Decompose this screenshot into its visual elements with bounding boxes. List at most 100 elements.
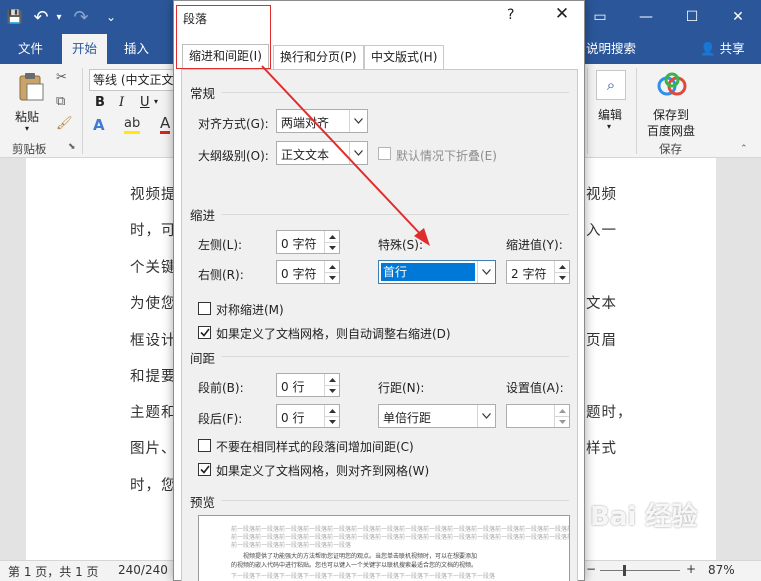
close-window-icon[interactable]: ✕ [715, 0, 761, 34]
alignment-value: 两端对齐 [281, 116, 330, 130]
chevron-down-icon [349, 142, 367, 164]
tab-file[interactable]: 文件 [8, 34, 53, 64]
redo-icon[interactable]: ↷ [66, 0, 96, 34]
line-spacing-select[interactable]: 单倍行距 [378, 404, 496, 428]
no-space-same-style-checkbox[interactable] [198, 439, 211, 452]
no-space-same-style-label: 不要在相同样式的段落间增加间距(C) [216, 440, 414, 454]
document-line: 样式 [586, 441, 617, 457]
indent-by-value: 2 字符 [511, 267, 547, 281]
document-line: 时，您 [130, 478, 177, 494]
zoom-in-icon[interactable]: + [686, 562, 696, 576]
alignment-select[interactable]: 两端对齐 [276, 109, 368, 133]
tab-line-page-breaks[interactable]: 换行和分页(P) [273, 45, 364, 69]
chevron-down-icon [477, 261, 495, 283]
format-painter-icon[interactable]: 🖌 [56, 116, 73, 131]
increment-icon[interactable] [325, 231, 339, 242]
auto-adjust-indent-checkbox[interactable] [198, 326, 211, 339]
paragraph-dialog: 段落 ? ✕ 缩进和间距(I) 换行和分页(P) 中文版式(H) 常规 对齐方式… [173, 0, 585, 581]
section-divider [222, 500, 569, 501]
collapsed-default-label: 默认情况下折叠(E) [396, 149, 497, 163]
zoom-slider-thumb[interactable] [623, 565, 626, 576]
indent-by-label: 缩进值(Y): [506, 238, 563, 252]
tab-insert[interactable]: 插入 [114, 34, 159, 64]
save-to-baidu-button[interactable]: 保存到 百度网盘 [644, 70, 700, 138]
increment-icon[interactable] [325, 405, 339, 416]
save-icon[interactable]: 💾 [0, 0, 30, 34]
section-general: 常规 [190, 86, 216, 101]
collapse-ribbon-icon[interactable]: ⌃ [740, 144, 748, 154]
zoom-out-icon[interactable]: − [586, 562, 596, 576]
close-dialog-button[interactable]: ✕ [549, 4, 575, 30]
italic-button[interactable]: I [119, 95, 124, 110]
decrement-icon[interactable] [325, 385, 339, 396]
increment-icon[interactable] [555, 261, 569, 272]
font-color-button[interactable]: A [160, 116, 171, 134]
undo-dropdown-icon[interactable]: ▾ [52, 0, 66, 34]
highlight-icon[interactable]: ab [124, 116, 141, 134]
copy-icon[interactable]: ⧉ [56, 94, 65, 109]
outline-level-select[interactable]: 正文文本 [276, 141, 368, 165]
tab-asian-typography[interactable]: 中文版式(H) [364, 45, 445, 69]
special-indent-label: 特殊(S): [378, 238, 424, 252]
stepper-buttons [554, 261, 569, 283]
underline-button[interactable]: U [140, 95, 150, 110]
customize-qat-icon[interactable]: ⌄ [96, 0, 126, 34]
increment-icon[interactable] [555, 405, 569, 416]
line-spacing-value: 单倍行距 [383, 411, 432, 425]
underline-dropdown-icon[interactable]: ▾ [154, 97, 158, 106]
special-indent-select[interactable]: 首行 [378, 260, 496, 284]
dialog-launcher-icon[interactable]: ⬊ [68, 142, 76, 152]
tell-me-search[interactable]: 说明搜索 [584, 34, 638, 64]
baidu-cloud-icon [657, 72, 687, 96]
mirror-indents-label: 对称缩进(M) [216, 303, 284, 317]
tab-home[interactable]: 开始 [62, 34, 108, 64]
document-line: 个关键 [130, 260, 177, 276]
decrement-icon[interactable] [325, 272, 339, 283]
checkmark-icon [199, 465, 210, 474]
increment-icon[interactable] [325, 261, 339, 272]
edit-button[interactable]: ⌕ 编辑 ▾ [594, 70, 630, 134]
indent-by-stepper[interactable]: 2 字符 [506, 260, 570, 284]
snap-to-grid-checkbox[interactable] [198, 463, 211, 476]
clipboard-icon [19, 73, 44, 101]
maximize-icon[interactable]: ☐ [669, 0, 715, 34]
word-count[interactable]: 240/240 [118, 563, 168, 577]
paste-button[interactable]: 粘贴 ▾ [12, 70, 48, 133]
share-button[interactable]: 👤 共享 [690, 34, 755, 64]
cut-icon[interactable]: ✂ [56, 70, 67, 85]
indent-right-value: 0 字符 [281, 267, 317, 281]
indent-right-stepper[interactable]: 0 字符 [276, 260, 340, 284]
line-spacing-label: 行距(N): [378, 381, 425, 395]
mirror-indents-checkbox[interactable] [198, 302, 211, 315]
decrement-icon[interactable] [325, 242, 339, 253]
collapsed-default-checkbox[interactable] [378, 147, 391, 160]
spacing-before-stepper[interactable]: 0 行 [276, 373, 340, 397]
decrement-icon[interactable] [555, 272, 569, 283]
minimize-icon[interactable]: — [623, 0, 669, 34]
undo-icon[interactable]: ↶ [30, 0, 52, 34]
zoom-slider[interactable] [600, 570, 680, 571]
group-divider [587, 68, 588, 154]
annotation-box [176, 5, 271, 69]
font-name-box[interactable]: 等线 (中文正文 [89, 69, 175, 91]
indent-left-stepper[interactable]: 0 字符 [276, 230, 340, 254]
spacing-after-stepper[interactable]: 0 行 [276, 404, 340, 428]
bold-button[interactable]: B [95, 95, 105, 110]
zoom-level[interactable]: 87% [708, 563, 735, 577]
share-label: 共享 [719, 41, 745, 56]
edit-label: 编辑 [598, 108, 623, 122]
increment-icon[interactable] [325, 374, 339, 385]
paste-label: 粘贴 [15, 110, 40, 124]
decrement-icon[interactable] [325, 416, 339, 427]
document-line: 页眉 [586, 333, 617, 349]
spacing-at-stepper[interactable] [506, 404, 570, 428]
stepper-buttons [324, 261, 339, 283]
checkmark-icon [199, 328, 210, 337]
page-count[interactable]: 第 1 页，共 1 页 [8, 563, 99, 580]
preview-line: 视频提供了功能强大的方法帮助您证明您的观点。当您单击联机视频时，可以在想要添加 [243, 553, 478, 560]
group-divider [82, 68, 83, 154]
help-button[interactable]: ? [507, 7, 514, 23]
text-effects-icon[interactable]: A [93, 116, 105, 134]
decrement-icon[interactable] [555, 416, 569, 427]
chevron-down-icon: ▾ [25, 124, 30, 133]
